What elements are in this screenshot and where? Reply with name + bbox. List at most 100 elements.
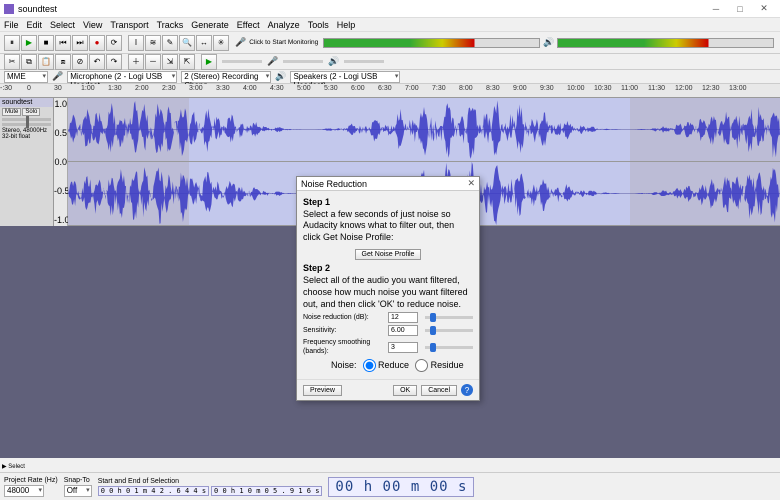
solo-button[interactable]: Solo — [22, 108, 40, 116]
edit-toolbar: ✂ ⧉ 📋 ⧈ ⊘ ↶ ↷ ＋ － ⇲ ⇱ ▶ 🎤 🔊 — [0, 54, 780, 70]
reduce-radio[interactable]: Reduce — [363, 359, 410, 372]
undo-button[interactable]: ↶ — [89, 54, 105, 70]
pan-slider[interactable] — [2, 123, 51, 126]
noise-reduction-slider[interactable] — [425, 316, 473, 319]
selection-label: Start and End of Selection — [98, 478, 323, 485]
step1-text: Select a few seconds of just noise so Au… — [303, 209, 473, 244]
noise-reduction-label: Noise reduction (dB): — [303, 313, 385, 322]
zoom-in-button[interactable]: ＋ — [128, 54, 144, 70]
rec-volume-slider[interactable] — [283, 60, 323, 63]
rec-meter-text[interactable]: Click to Start Monitoring — [247, 39, 320, 46]
waveform-left — [68, 98, 780, 162]
fit-selection-button[interactable]: ⇲ — [162, 54, 178, 70]
track-name[interactable]: soundtest — [0, 98, 53, 107]
multi-tool[interactable]: ✳ — [213, 35, 229, 51]
paste-button[interactable]: 📋 — [38, 54, 54, 70]
sensitivity-label: Sensitivity: — [303, 326, 385, 335]
menu-tools[interactable]: Tools — [308, 20, 329, 30]
skip-end-button[interactable]: ⏭ — [72, 35, 88, 51]
menu-help[interactable]: Help — [337, 20, 356, 30]
step2-text: Select all of the audio you want filtere… — [303, 275, 473, 310]
cut-button[interactable]: ✂ — [4, 54, 20, 70]
dialog-close-button[interactable]: ✕ — [467, 178, 475, 189]
rec-vol-icon: 🎤 — [267, 56, 278, 67]
play-device-select[interactable]: Speakers (2 - Logi USB Headset) — [290, 71, 400, 83]
rec-channels-select[interactable]: 2 (Stereo) Recording Chann — [181, 71, 271, 83]
menu-transport[interactable]: Transport — [110, 20, 148, 30]
audio-position[interactable]: 00 h 00 m 00 s — [328, 477, 474, 497]
cancel-button[interactable]: Cancel — [421, 385, 457, 396]
menu-analyze[interactable]: Analyze — [268, 20, 300, 30]
menu-tracks[interactable]: Tracks — [157, 20, 184, 30]
freq-smoothing-slider[interactable] — [425, 346, 473, 349]
stop-button[interactable]: ■ — [38, 35, 54, 51]
device-toolbar: MME 🎤 Microphone (2 - Logi USB Headset 2… — [0, 70, 780, 84]
play-at-speed-button[interactable]: ▶ — [201, 54, 217, 70]
redo-button[interactable]: ↷ — [106, 54, 122, 70]
app-icon — [4, 4, 14, 14]
track-collapse[interactable]: ▶ Select — [2, 463, 25, 470]
freq-smoothing-label: Frequency smoothing (bands): — [303, 338, 385, 356]
maximize-button[interactable]: □ — [728, 2, 752, 16]
play-button[interactable]: ▶ — [21, 35, 37, 51]
track-depth: 32-bit float — [2, 134, 51, 140]
skip-start-button[interactable]: ⏮ — [55, 35, 71, 51]
play-vol-icon: 🔊 — [328, 56, 339, 67]
speaker-icon: 🔊 — [275, 71, 286, 82]
minimize-button[interactable]: ─ — [704, 2, 728, 16]
menu-select[interactable]: Select — [50, 20, 75, 30]
dialog-title: Noise Reduction — [301, 179, 367, 189]
audio-host-select[interactable]: MME — [4, 71, 48, 83]
playback-meter[interactable] — [557, 38, 774, 48]
draw-tool[interactable]: ✎ — [162, 35, 178, 51]
pause-button[interactable]: ⏸ — [4, 35, 20, 51]
record-button[interactable]: ● — [89, 35, 105, 51]
menu-view[interactable]: View — [83, 20, 102, 30]
menu-generate[interactable]: Generate — [191, 20, 229, 30]
menu-effect[interactable]: Effect — [237, 20, 260, 30]
recording-meter[interactable] — [323, 38, 540, 48]
project-rate-label: Project Rate (Hz) — [4, 477, 58, 484]
mic-icon: 🎤 — [52, 71, 63, 82]
menu-bar: File Edit Select View Transport Tracks G… — [0, 18, 780, 32]
sensitivity-slider[interactable] — [425, 329, 473, 332]
timeline-ruler[interactable]: -:300301:001:302:002:303:003:304:004:305… — [0, 84, 780, 98]
play-volume-slider[interactable] — [344, 60, 384, 63]
noise-reduction-dialog: Noise Reduction ✕ Step 1 Select a few sec… — [296, 176, 480, 401]
selection-end[interactable]: 0 0 h 1 0 m 0 5 . 9 1 6 s — [211, 486, 322, 496]
fit-project-button[interactable]: ⇱ — [179, 54, 195, 70]
zoom-tool[interactable]: 🔍 — [179, 35, 195, 51]
timeshift-tool[interactable]: ↔ — [196, 35, 212, 51]
loop-button[interactable]: ⟳ — [106, 35, 122, 51]
snap-to-label: Snap-To — [64, 477, 92, 484]
zoom-out-button[interactable]: － — [145, 54, 161, 70]
step1-label: Step 1 — [303, 197, 473, 209]
sensitivity-input[interactable] — [388, 325, 418, 336]
mute-button[interactable]: Mute — [2, 108, 21, 116]
noise-reduction-input[interactable] — [388, 312, 418, 323]
menu-file[interactable]: File — [4, 20, 19, 30]
menu-edit[interactable]: Edit — [27, 20, 43, 30]
get-noise-profile-button[interactable]: Get Noise Profile — [355, 249, 422, 260]
preview-button[interactable]: Preview — [303, 385, 342, 396]
help-icon[interactable]: ? — [461, 384, 473, 396]
copy-button[interactable]: ⧉ — [21, 54, 37, 70]
freq-smoothing-input[interactable] — [388, 342, 418, 353]
selection-tool[interactable]: I — [128, 35, 144, 51]
ok-button[interactable]: OK — [393, 385, 417, 396]
selection-start[interactable]: 0 0 h 0 1 m 4 2 . 6 4 4 s — [98, 486, 209, 496]
selection-toolbar: Project Rate (Hz)48000 Snap-ToOff Start … — [0, 472, 780, 500]
step2-label: Step 2 — [303, 263, 473, 275]
rec-device-select[interactable]: Microphone (2 - Logi USB Headset — [67, 71, 177, 83]
project-rate-select[interactable]: 48000 — [4, 485, 44, 497]
snap-to-select[interactable]: Off — [64, 485, 92, 497]
residue-radio[interactable]: Residue — [415, 359, 464, 372]
envelope-tool[interactable]: ≋ — [145, 35, 161, 51]
trim-button[interactable]: ⧈ — [55, 54, 71, 70]
play-meter-icon: 🔊 — [543, 37, 554, 48]
noise-label: Noise: — [331, 360, 357, 372]
play-speed-slider[interactable] — [222, 60, 262, 63]
track-control-panel[interactable]: soundtest MuteSolo Stereo, 48000Hz 32-bi… — [0, 98, 54, 226]
silence-button[interactable]: ⊘ — [72, 54, 88, 70]
close-button[interactable]: ✕ — [752, 2, 776, 16]
